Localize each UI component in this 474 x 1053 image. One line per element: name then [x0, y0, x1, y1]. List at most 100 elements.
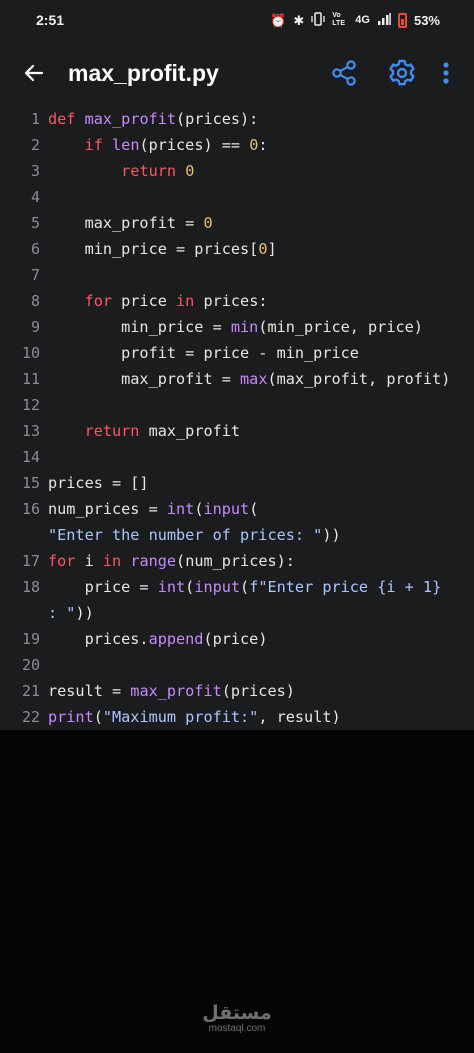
code-line[interactable]: 2 if len(prices) == 0: [0, 132, 474, 158]
code-token: if [84, 136, 103, 154]
status-time: 2:51 [36, 12, 65, 28]
code-token: profit = price - min_price [48, 344, 359, 362]
code-token: len [112, 136, 140, 154]
code-text: return max_profit [48, 418, 240, 444]
code-text: price = int(input(f"Enter price {i + 1} [48, 574, 442, 600]
code-line[interactable]: "Enter the number of prices: ")) [0, 522, 474, 548]
code-line[interactable]: 3 return 0 [0, 158, 474, 184]
code-line[interactable]: 21 result = max_profit(prices) [0, 678, 474, 704]
battery-icon [397, 12, 407, 28]
settings-button[interactable] [378, 40, 426, 106]
back-button[interactable] [0, 40, 64, 106]
code-text: max_profit = 0 [48, 210, 213, 236]
line-number: 14 [21, 448, 40, 466]
code-line[interactable]: 12 [0, 392, 474, 418]
code-token: ( [240, 578, 250, 596]
code-text: profit = price - min_price [48, 340, 359, 366]
app-bar: max_profit.py [0, 40, 474, 106]
watermark: مستقل mostaql.com [0, 1003, 474, 1035]
code-token: "Enter the number of prices: " [48, 526, 323, 544]
code-line[interactable]: 13 return max_profit [0, 418, 474, 444]
more-options-button[interactable] [430, 40, 462, 106]
code-token: (num_prices): [176, 552, 295, 570]
line-number: 16 [21, 500, 40, 518]
code-line[interactable]: 9 min_price = min(min_price, price) [0, 314, 474, 340]
code-token: (prices): [176, 110, 259, 128]
status-bar: 2:51 ⏰ ✱ Vo LTE 4G 53% [0, 0, 474, 40]
line-number: 1 [30, 110, 40, 128]
code-token: : [258, 136, 268, 154]
code-token: int [157, 578, 186, 596]
code-token: min_price = prices[ [48, 240, 259, 258]
code-line[interactable]: 1 def max_profit(prices): [0, 106, 474, 132]
code-text: return 0 [48, 158, 194, 184]
code-token: : " [48, 604, 76, 622]
code-token: max_profit = [48, 370, 241, 388]
code-token: return [84, 422, 140, 440]
code-text: for i in range(num_prices): [48, 548, 295, 574]
code-line[interactable]: 10 profit = price - min_price [0, 340, 474, 366]
code-line[interactable]: 5 max_profit = 0 [0, 210, 474, 236]
code-line[interactable]: 19 prices.append(price) [0, 626, 474, 652]
code-token: 0 [185, 162, 195, 180]
code-token: result = [48, 682, 131, 700]
line-number: 3 [30, 162, 40, 180]
code-token: print [48, 708, 94, 726]
code-token: min [230, 318, 259, 336]
code-editor[interactable]: 1 def max_profit(prices): 2 if len(prices)… [0, 106, 474, 730]
line-number: 15 [21, 474, 40, 492]
code-line[interactable]: 14 [0, 444, 474, 470]
line-number: 7 [30, 266, 40, 284]
code-token: prices. [48, 630, 149, 648]
code-token: f"Enter price {i + 1} [249, 578, 442, 596]
signal-icon [377, 12, 391, 29]
code-token: price = [48, 578, 158, 596]
status-icons: ⏰ ✱ Vo LTE 4G 53% [270, 12, 440, 29]
line-number: 20 [21, 656, 40, 674]
code-token: range [130, 552, 177, 570]
line-number: 2 [30, 136, 40, 154]
share-button[interactable] [320, 40, 368, 106]
code-line[interactable]: 6 min_price = prices[0] [0, 236, 474, 262]
watermark-logo: مستقل [202, 1002, 272, 1024]
line-number: 11 [21, 370, 40, 388]
code-token: (prices) == [139, 136, 250, 154]
code-token: ] [267, 240, 277, 258]
code-line[interactable]: 4 [0, 184, 474, 210]
line-number: 4 [30, 188, 40, 206]
code-token: max_profit [139, 422, 241, 440]
code-token: append [148, 630, 204, 648]
code-line[interactable]: 15 prices = [] [0, 470, 474, 496]
code-text: prices = [] [48, 470, 149, 496]
code-line[interactable]: 22 print("Maximum profit:", result) [0, 704, 474, 730]
code-token: ( [185, 578, 195, 596]
code-line[interactable]: 18 price = int(input(f"Enter price {i + … [0, 574, 474, 600]
line-number: 5 [30, 214, 40, 232]
code-line[interactable]: 7 [0, 262, 474, 288]
code-text: min_price = prices[0] [48, 236, 277, 262]
line-number: 13 [21, 422, 40, 440]
code-line[interactable]: 8 for price in prices: [0, 288, 474, 314]
code-token: min_price = [48, 318, 231, 336]
code-line[interactable]: : ")) [0, 600, 474, 626]
code-text: "Enter the number of prices: ")) [48, 522, 341, 548]
code-token: (min_price, price) [258, 318, 423, 336]
code-token: max_profit [130, 682, 222, 700]
line-number [0, 600, 40, 626]
code-line[interactable]: 17 for i in range(num_prices): [0, 548, 474, 574]
code-line[interactable]: 11 max_profit = max(max_profit, profit) [0, 366, 474, 392]
line-number: 8 [30, 292, 40, 310]
line-number: 21 [21, 682, 40, 700]
code-token: input [203, 500, 250, 518]
back-arrow-icon [24, 64, 44, 82]
code-line[interactable]: 20 [0, 652, 474, 678]
code-token: )) [322, 526, 341, 544]
code-text: def max_profit(prices): [48, 106, 258, 132]
alarm-icon: ⏰ [270, 12, 287, 28]
code-line[interactable]: 16 num_prices = int(input( [0, 496, 474, 522]
code-token: max_profit [84, 110, 177, 128]
